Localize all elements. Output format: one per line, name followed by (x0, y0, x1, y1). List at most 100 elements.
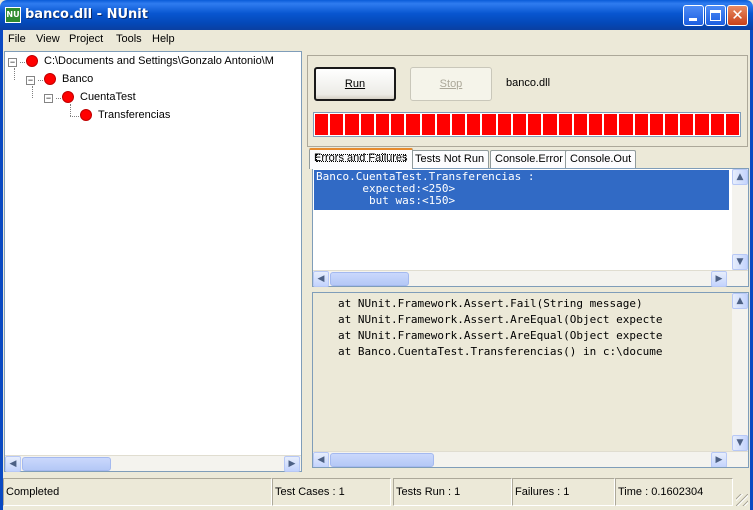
stack-trace-panel[interactable]: at NUnit.Framework.Assert.Fail(String me… (312, 292, 749, 468)
progress-segment (665, 114, 679, 135)
test-tree[interactable]: − C:\Documents and Settings\Gonzalo Anto… (4, 51, 302, 472)
scroll-left-icon[interactable]: ◀ (313, 271, 329, 287)
tree-connector (56, 98, 61, 99)
failed-status-icon (44, 73, 56, 85)
progress-segment (497, 114, 511, 135)
tab-console-out[interactable]: Console.Out (565, 150, 637, 168)
menu-bar: File View Project Tools Help (3, 30, 750, 49)
progress-segment (710, 114, 724, 135)
progress-segment (451, 114, 466, 135)
close-icon: ✕ (731, 6, 744, 24)
title-bar[interactable]: NU banco.dll - NUnit ✕ (0, 0, 753, 30)
tree-node-label: Transferencias (98, 109, 171, 121)
tree-connector (32, 86, 33, 98)
collapse-icon[interactable]: − (44, 94, 53, 103)
progress-segment (467, 114, 481, 135)
progress-segment (725, 114, 740, 135)
progress-segment (634, 114, 648, 135)
tree-node-label: Banco (62, 73, 94, 85)
progress-segment (619, 114, 633, 135)
progress-segment (330, 114, 344, 135)
progress-segment (375, 114, 390, 135)
progress-segment (391, 114, 405, 135)
resize-grip-icon[interactable] (736, 494, 748, 506)
progress-segment (543, 114, 557, 135)
progress-segment (315, 114, 329, 135)
scroll-left-icon[interactable]: ◀ (5, 456, 21, 472)
assembly-name: banco.dll (506, 77, 551, 89)
progress-segment (604, 114, 618, 135)
status-failures: Failures : 1 (512, 478, 615, 506)
errors-horizontal-scrollbar[interactable]: ◀ ▶ (313, 270, 748, 287)
scroll-up-icon[interactable]: ▲ (732, 293, 748, 309)
progress-segment (482, 114, 496, 135)
menu-view[interactable]: View (36, 33, 60, 45)
scroll-down-icon[interactable]: ▼ (732, 254, 748, 270)
scroll-down-icon[interactable]: ▼ (732, 435, 748, 451)
stack-vertical-scrollbar[interactable]: ▲ ▼ (732, 293, 748, 451)
maximize-icon (710, 10, 721, 21)
window-frame-left (0, 30, 3, 510)
run-button[interactable]: Run (314, 67, 396, 101)
progress-segment (406, 114, 420, 135)
status-state: Completed (3, 478, 272, 506)
menu-project[interactable]: Project (69, 33, 103, 45)
scroll-right-icon[interactable]: ▶ (711, 452, 727, 467)
progress-segment (573, 114, 587, 135)
progress-segment (528, 114, 542, 135)
minimize-button[interactable] (683, 5, 704, 26)
errors-list[interactable]: Banco.CuentaTest.Transferencias : expect… (312, 168, 749, 287)
nunit-app-icon[interactable]: NU (5, 7, 21, 23)
progress-segment (436, 114, 450, 135)
tab-label: Console.Error (495, 153, 563, 165)
progress-bar (313, 112, 741, 137)
stop-button-label: Stop (439, 78, 463, 90)
scroll-right-icon[interactable]: ▶ (284, 456, 300, 472)
progress-segment (421, 114, 435, 135)
scroll-thumb[interactable] (330, 272, 409, 286)
tab-label: Tests Not Run (415, 153, 485, 165)
tab-tests-not-run[interactable]: Tests Not Run (410, 150, 490, 168)
menu-file[interactable]: File (8, 33, 26, 45)
failed-status-icon (80, 109, 92, 121)
stack-trace-line: at NUnit.Framework.Assert.AreEqual(Objec… (338, 329, 663, 342)
menu-help[interactable]: Help (152, 33, 175, 45)
progress-segment (680, 114, 694, 135)
window-title: banco.dll - NUnit (25, 7, 148, 22)
scroll-up-icon[interactable]: ▲ (732, 169, 748, 185)
errors-vertical-scrollbar[interactable]: ▲ ▼ (732, 169, 748, 270)
close-button[interactable]: ✕ (727, 5, 748, 26)
tree-connector (70, 116, 79, 117)
scroll-right-icon[interactable]: ▶ (711, 271, 727, 287)
progress-segment (588, 114, 603, 135)
stack-trace-line: at Banco.CuentaTest.Transferencias() in … (338, 345, 663, 358)
tab-errors-and-failures[interactable]: Errors and Failures (309, 148, 413, 169)
scroll-left-icon[interactable]: ◀ (313, 452, 329, 467)
failed-status-icon (26, 55, 38, 67)
tree-node-root[interactable]: − C:\Documents and Settings\Gonzalo Anto… (8, 54, 300, 70)
maximize-button[interactable] (705, 5, 726, 26)
tree-horizontal-scrollbar[interactable]: ◀ ▶ (5, 455, 301, 472)
status-time: Time : 0.1602304 (615, 478, 733, 506)
menu-tools[interactable]: Tools (116, 33, 142, 45)
tab-label: Console.Out (570, 153, 632, 165)
scroll-thumb[interactable] (330, 453, 434, 467)
tab-console-error[interactable]: Console.Error (490, 150, 568, 168)
failed-status-icon (62, 91, 74, 103)
tab-label: Errors and Failures (314, 152, 408, 164)
collapse-icon[interactable]: − (26, 76, 35, 85)
progress-segment (558, 114, 572, 135)
tree-connector (70, 104, 71, 116)
stack-trace-line: at NUnit.Framework.Assert.AreEqual(Objec… (338, 313, 663, 326)
progress-segment (649, 114, 664, 135)
error-item-selected[interactable]: Banco.CuentaTest.Transferencias : expect… (314, 170, 729, 210)
scroll-thumb[interactable] (22, 457, 111, 471)
progress-segment (512, 114, 527, 135)
progress-segment (345, 114, 359, 135)
status-test-cases: Test Cases : 1 (272, 478, 391, 506)
collapse-icon[interactable]: − (8, 58, 17, 67)
tree-connector (38, 80, 43, 81)
minimize-icon (689, 18, 697, 21)
stop-button[interactable]: Stop (410, 67, 492, 101)
stack-horizontal-scrollbar[interactable]: ◀ ▶ (313, 451, 748, 467)
